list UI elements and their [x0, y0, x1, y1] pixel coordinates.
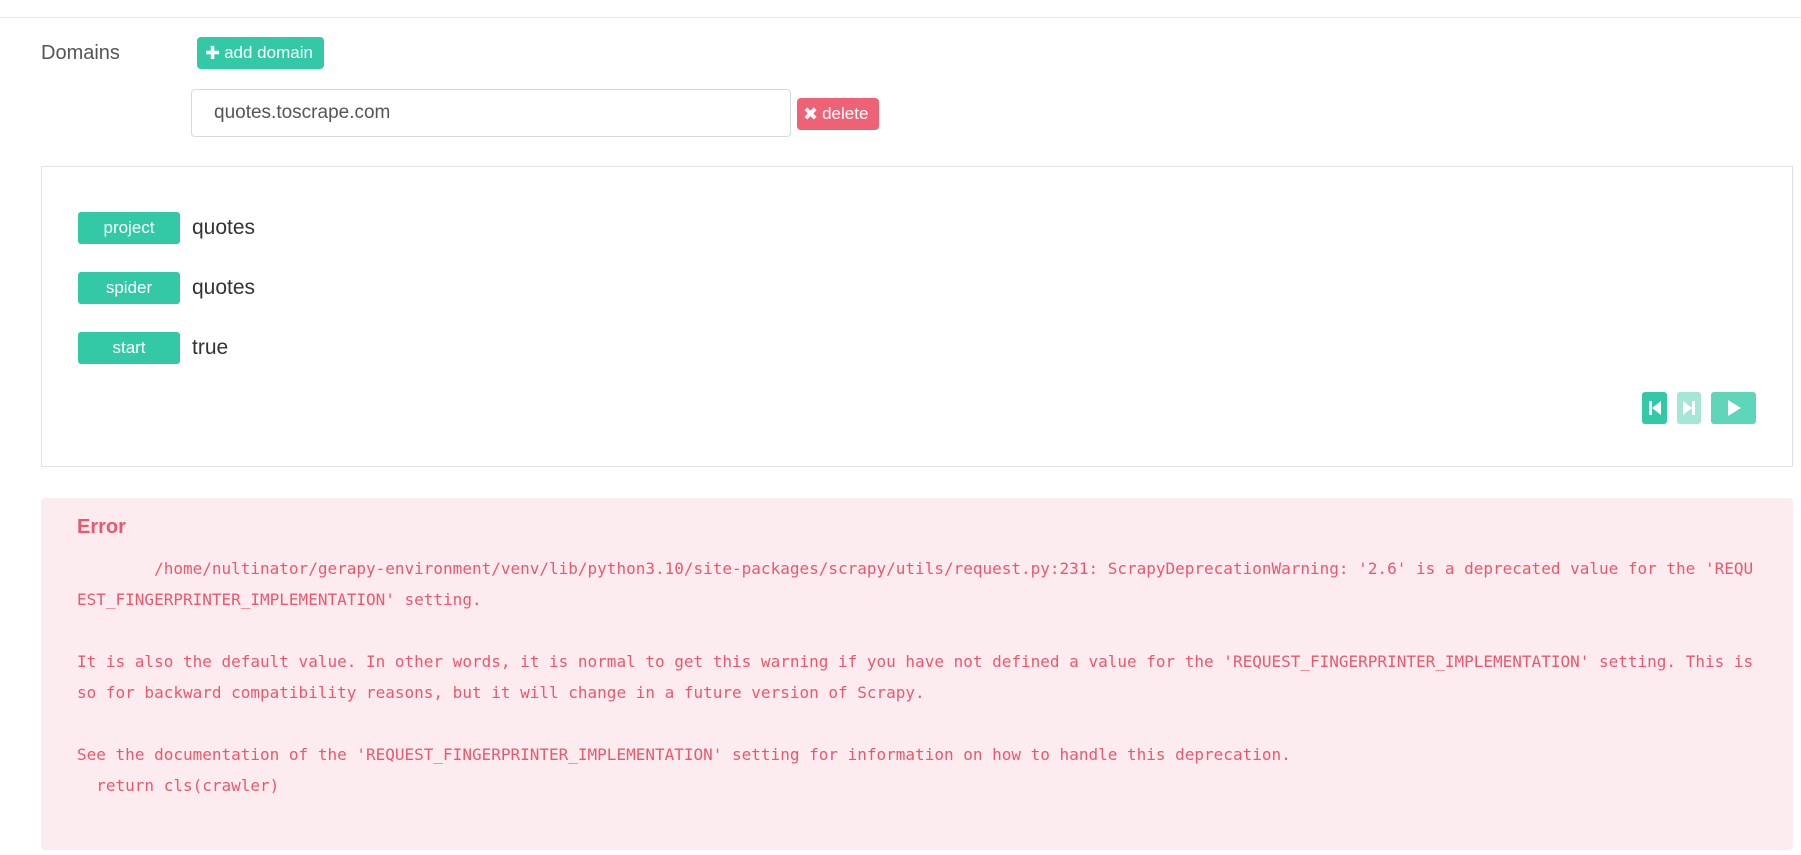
delete-domain-label: delete — [822, 104, 869, 123]
error-alert: Error /home/nultinator/gerapy-environmen… — [41, 498, 1793, 850]
project-value: quotes — [192, 216, 256, 239]
play-icon — [1727, 400, 1741, 416]
domain-input[interactable] — [191, 89, 791, 137]
spider-tag: spider — [78, 272, 180, 304]
player-controls — [1642, 392, 1756, 424]
times-icon: ✖ — [803, 104, 819, 124]
error-message: /home/nultinator/gerapy-environment/venv… — [77, 559, 1754, 795]
start-value: true — [192, 336, 229, 359]
domains-label: Domains — [41, 42, 120, 64]
skip-first-button[interactable] — [1642, 392, 1667, 424]
skip-last-icon — [1683, 401, 1695, 415]
spider-page: Domains ✚ add domain ✖ delete project qu… — [0, 0, 1801, 855]
play-button[interactable] — [1711, 392, 1756, 424]
error-title: Error — [77, 516, 126, 538]
project-tag: project — [78, 212, 180, 244]
detail-row-project: project quotes — [78, 212, 255, 244]
detail-row-spider: spider quotes — [78, 272, 255, 304]
top-divider — [0, 17, 1801, 18]
skip-first-icon — [1648, 401, 1661, 415]
spider-value: quotes — [192, 276, 256, 299]
skip-last-button[interactable] — [1677, 392, 1701, 424]
detail-row-start: start true — [78, 332, 228, 364]
start-tag: start — [78, 332, 180, 364]
add-domain-label: add domain — [224, 43, 313, 62]
spider-detail-panel: project quotes spider quotes start true — [41, 166, 1793, 467]
add-domain-button[interactable]: ✚ add domain — [197, 37, 324, 69]
delete-domain-button[interactable]: ✖ delete — [797, 98, 879, 130]
plus-icon: ✚ — [205, 43, 221, 63]
